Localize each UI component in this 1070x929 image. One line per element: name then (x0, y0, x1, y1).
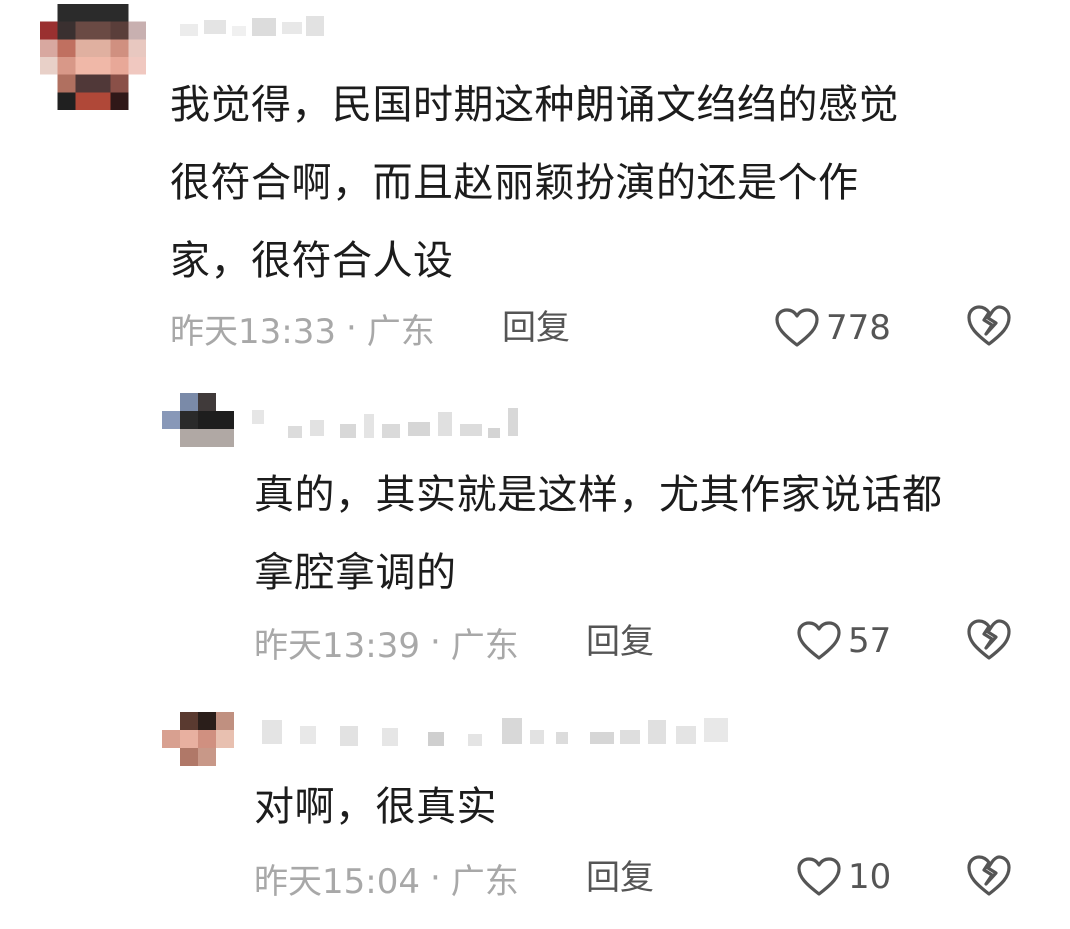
timestamp: 昨天13:39 (254, 625, 420, 666)
broken-heart-icon (965, 853, 1013, 899)
separator-dot: · (345, 308, 357, 348)
comment-line: 对啊，很真实 (254, 784, 497, 830)
comment-line: 真的，其实就是这样，尤其作家说话都 (254, 472, 943, 518)
comment-meta: 昨天13:39 · 广东 (254, 620, 519, 666)
like-button[interactable]: 778 (774, 304, 891, 352)
avatar[interactable] (162, 712, 234, 766)
comment-text: 我觉得，民国时期这种朗诵文绉绉的感觉 很符合啊，而且赵丽颖扮演的还是个作 家，很… (170, 66, 1030, 300)
username-blurred[interactable] (252, 406, 522, 438)
like-count: 10 (848, 857, 892, 897)
broken-heart-icon (965, 303, 1013, 349)
timestamp: 昨天15:04 (254, 861, 420, 902)
comment-line: 家，很符合人设 (170, 238, 454, 284)
comment-meta: 昨天13:33 · 广东 (170, 306, 435, 352)
heart-outline-icon (796, 620, 848, 662)
reply-button[interactable]: 回复 (502, 306, 570, 350)
comment-meta: 昨天15:04 · 广东 (254, 856, 519, 902)
comment-line: 我觉得，民国时期这种朗诵文绉绉的感觉 (170, 82, 899, 128)
separator-dot: · (429, 858, 441, 898)
like-button[interactable]: 10 (796, 853, 891, 901)
username-blurred[interactable] (180, 12, 330, 42)
broken-heart-icon (965, 617, 1013, 663)
location-label: 广东 (366, 311, 435, 352)
dislike-button[interactable] (965, 617, 1013, 665)
comment-text: 对啊，很真实 (254, 768, 1054, 846)
comment-line: 拿腔拿调的 (254, 550, 457, 596)
separator-dot: · (429, 622, 441, 662)
like-button[interactable]: 57 (796, 617, 891, 665)
like-count: 57 (848, 621, 892, 661)
location-label: 广东 (450, 861, 519, 902)
timestamp: 昨天13:33 (170, 311, 336, 352)
heart-outline-icon (796, 856, 848, 898)
comment-text: 真的，其实就是这样，尤其作家说话都 拿腔拿调的 (254, 456, 1054, 612)
reply-button[interactable]: 回复 (586, 856, 654, 900)
reply-button[interactable]: 回复 (586, 620, 654, 664)
avatar[interactable] (162, 393, 234, 447)
comment-line: 很符合啊，而且赵丽颖扮演的还是个作 (170, 160, 859, 206)
dislike-button[interactable] (965, 303, 1013, 351)
like-count: 778 (826, 308, 891, 348)
dislike-button[interactable] (965, 853, 1013, 901)
username-blurred[interactable] (252, 716, 732, 746)
heart-outline-icon (774, 307, 826, 349)
avatar[interactable] (40, 4, 146, 110)
location-label: 广东 (450, 625, 519, 666)
